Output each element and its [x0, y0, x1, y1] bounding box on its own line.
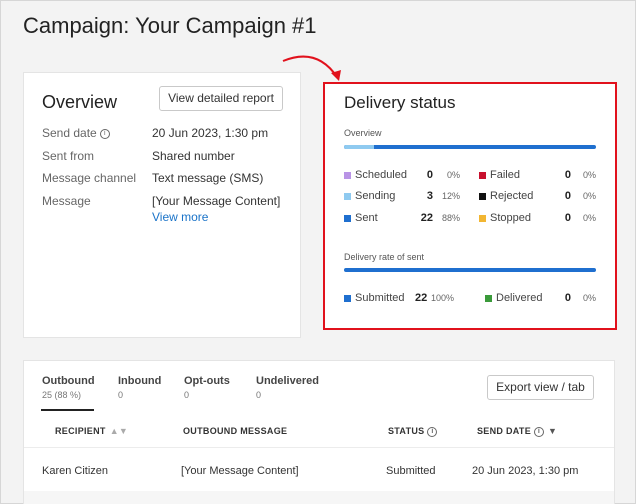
export-view-button[interactable]: Export view / tab [487, 375, 594, 400]
delivery-rate-progress-bar [344, 268, 596, 272]
active-tab-indicator [41, 409, 94, 411]
sending-swatch [344, 193, 351, 200]
sending-count: 3 [426, 190, 433, 202]
delivered-swatch [485, 295, 492, 302]
rejected-pct: 0% [582, 191, 596, 201]
message-label: Message [42, 194, 91, 208]
scheduled-count: 0 [426, 169, 433, 181]
failed-count: 0 [564, 169, 571, 181]
failed-swatch [479, 172, 486, 179]
sent-count: 22 [420, 212, 433, 224]
cell-recipient: Karen Citizen [42, 465, 109, 477]
tab-outbound-label: Outbound [42, 375, 95, 387]
tab-inbound-label: Inbound [118, 375, 162, 387]
column-header-status: STATUS i [388, 426, 438, 437]
tab-inbound-count: 0 [118, 390, 124, 400]
sending-label: Sending [355, 190, 396, 202]
header-divider [24, 447, 614, 448]
cell-status: Submitted [386, 465, 436, 477]
delivered-label: Delivered [496, 292, 543, 304]
delivery-status-title: Delivery status [344, 93, 456, 112]
sent-from-value: Shared number [152, 149, 235, 163]
info-icon[interactable]: i [99, 128, 110, 139]
rejected-swatch [479, 193, 486, 200]
cell-message: [Your Message Content] [181, 465, 299, 477]
scheduled-label: Scheduled [355, 169, 407, 181]
submitted-pct: 100% [431, 293, 455, 303]
stopped-label: Stopped [490, 212, 531, 224]
message-channel-value: Text message (SMS) [152, 171, 264, 185]
info-icon[interactable]: i [427, 426, 438, 437]
stat-delivered: Delivered 0 0% [485, 292, 596, 306]
sent-pct: 88% [441, 213, 460, 223]
column-header-send-date[interactable]: SEND DATE i ▼ [477, 426, 557, 437]
delivered-pct: 0% [582, 293, 596, 303]
submitted-label: Submitted [355, 292, 405, 304]
view-more-link[interactable]: View more [152, 210, 208, 224]
tab-undelivered-label: Undelivered [256, 375, 319, 387]
status-header-label: STATUS [388, 426, 425, 436]
submitted-swatch [344, 295, 351, 302]
scheduled-swatch [344, 172, 351, 179]
send-date-header-label: SEND DATE [477, 426, 532, 436]
messages-card: Outbound 25 (88 %) Inbound 0 Opt-outs 0 … [23, 360, 615, 504]
send-date-label: Send date i [42, 126, 110, 140]
tab-opt-outs-label: Opt-outs [184, 375, 230, 387]
failed-label: Failed [490, 169, 520, 181]
sent-swatch [344, 215, 351, 222]
column-header-recipient[interactable]: RECIPIENT ▲▼ [55, 426, 128, 436]
delivery-status-card: Delivery status Overview Scheduled 0 0% … [323, 82, 617, 330]
send-date-value: 20 Jun 2023, 1:30 pm [152, 126, 269, 140]
overview-progress-bar [344, 145, 596, 149]
tab-undelivered[interactable]: Undelivered 0 [256, 375, 319, 400]
tab-inbound[interactable]: Inbound 0 [118, 375, 161, 400]
tab-outbound[interactable]: Outbound 25 (88 %) [42, 375, 95, 400]
overview-subheading: Overview [344, 128, 382, 138]
message-value: [Your Message Content] [152, 194, 281, 208]
stopped-swatch [479, 215, 486, 222]
page-title: Campaign: Your Campaign #1 [23, 13, 317, 38]
stopped-pct: 0% [582, 213, 596, 223]
delivered-count: 0 [564, 292, 571, 304]
stat-failed: Failed 0 0% [479, 169, 596, 183]
tab-opt-outs-count: 0 [184, 390, 190, 400]
recipient-header-label: RECIPIENT [55, 426, 106, 436]
sent-from-label: Sent from [42, 149, 95, 163]
tab-outbound-count: 25 (88 %) [42, 390, 82, 400]
next-row-placeholder [24, 491, 614, 504]
overview-title: Overview [42, 92, 118, 112]
failed-pct: 0% [582, 170, 596, 180]
cell-send-date: 20 Jun 2023, 1:30 pm [472, 465, 579, 477]
tab-undelivered-count: 0 [256, 390, 262, 400]
stat-rejected: Rejected 0 0% [479, 190, 596, 204]
rejected-count: 0 [564, 190, 571, 202]
info-icon[interactable]: i [534, 426, 545, 437]
stat-sending: Sending 3 12% [344, 190, 460, 204]
message-channel-label: Message channel [42, 171, 137, 185]
sending-fill [344, 145, 375, 149]
sending-pct: 12% [441, 191, 460, 201]
sent-label: Sent [355, 212, 378, 224]
overview-card: Overview View detailed report Send date i… [23, 72, 301, 338]
column-header-outbound-message: OUTBOUND MESSAGE [183, 426, 287, 436]
delivery-rate-subheading: Delivery rate of sent [344, 252, 425, 262]
view-detailed-report-button[interactable]: View detailed report [159, 86, 283, 111]
sort-down-icon: ▼ [548, 426, 558, 436]
submitted-count: 22 [415, 292, 428, 304]
stat-stopped: Stopped 0 0% [479, 212, 596, 226]
stat-sent: Sent 22 88% [344, 212, 460, 226]
scheduled-pct: 0% [446, 170, 460, 180]
stat-submitted: Submitted 22 100% [344, 292, 455, 306]
outbound-message-header-label: OUTBOUND MESSAGE [183, 426, 288, 436]
stopped-count: 0 [564, 212, 571, 224]
stat-scheduled: Scheduled 0 0% [344, 169, 460, 183]
rejected-label: Rejected [490, 190, 534, 202]
tab-opt-outs[interactable]: Opt-outs 0 [184, 375, 230, 400]
sort-icon: ▲▼ [109, 426, 129, 436]
